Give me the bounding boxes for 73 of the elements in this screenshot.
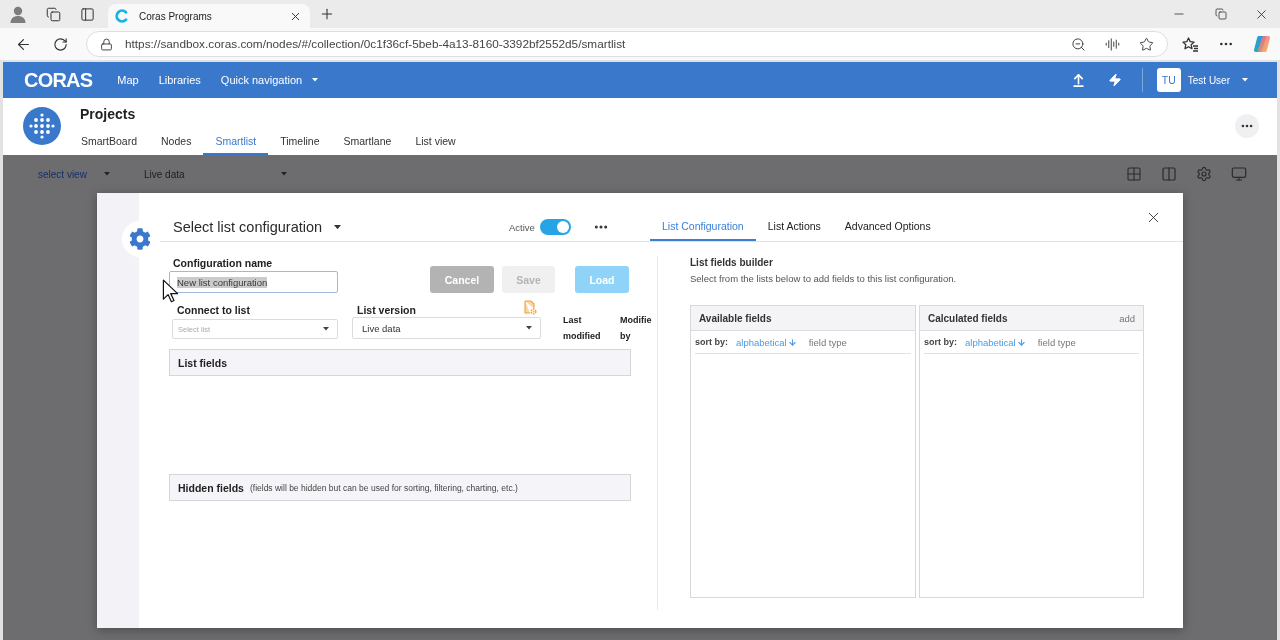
nav-link[interactable]: Quick navigation (220, 74, 319, 86)
section-title: Hidden fields (178, 481, 244, 494)
view-tab[interactable]: Smartlane (331, 129, 404, 155)
caret-icon (1242, 78, 1248, 82)
panel-title: Calculated fields (928, 312, 1008, 324)
field-label: Connect to list (177, 303, 250, 317)
section-note: (fields will be hidden but can be used for sorting, filtering, charting, etc.) (249, 482, 518, 493)
refresh-icon[interactable] (52, 36, 68, 52)
sort-option[interactable]: field type (808, 336, 847, 348)
dialog-tab[interactable]: List Actions (755, 213, 833, 241)
colorful-logo-icon[interactable] (1253, 35, 1271, 53)
user-avatar[interactable]: TU (1156, 68, 1181, 92)
column-header: Modifie by (620, 314, 653, 343)
sound-wave-icon[interactable] (1104, 36, 1120, 52)
caret-icon (334, 224, 342, 230)
active-label: Active (509, 221, 535, 233)
nav-link[interactable]: Libraries (158, 74, 201, 86)
builder-title: List fields builder (690, 256, 773, 270)
view-tab[interactable]: List view (403, 129, 468, 155)
plus-icon[interactable] (319, 6, 335, 22)
active-toggle[interactable] (539, 219, 571, 235)
grid-icon[interactable] (1125, 166, 1142, 182)
lightning-icon[interactable] (1107, 73, 1122, 87)
mouse-pointer-icon (162, 279, 179, 303)
favorites-icon[interactable] (1181, 36, 1199, 52)
sort-option[interactable]: alphabetical (736, 336, 797, 348)
version-select[interactable]: Live data (352, 317, 541, 339)
browser-tab[interactable]: Coras Programs (108, 4, 310, 28)
sort-label: sort by: (924, 337, 957, 347)
configuration-select[interactable]: Select list configuration (173, 219, 342, 235)
caret-icon (281, 172, 287, 176)
field-label: List version (357, 303, 416, 317)
caret-icon (323, 327, 329, 331)
lock-icon[interactable] (99, 37, 113, 51)
arrow-down-icon (787, 337, 797, 347)
caret-icon (312, 78, 319, 82)
caret-icon (526, 326, 532, 330)
name-input[interactable]: New list configuration (169, 271, 338, 293)
nav-link[interactable]: Map (117, 74, 139, 86)
zoom-out-icon[interactable] (1070, 36, 1086, 52)
panel-title: Available fields (699, 312, 772, 324)
dialog-tab[interactable]: List Configuration (650, 213, 756, 241)
monitor-icon[interactable] (1231, 166, 1247, 182)
logo[interactable]: CORAS (24, 68, 93, 92)
arc-logo-icon (115, 9, 129, 23)
dialog-tab[interactable]: Advanced Options (832, 213, 943, 241)
field-label: Configuration name (173, 256, 273, 270)
data-select[interactable]: Live data (144, 168, 287, 180)
dots-grid-icon[interactable] (23, 107, 61, 145)
split-view-icon[interactable] (1160, 166, 1177, 182)
sidebar-panel-icon[interactable] (79, 6, 95, 22)
builder-description: Select from the lists below to add fields to this list configuration. (690, 272, 957, 285)
settings-icon[interactable] (1195, 166, 1212, 182)
page-title: Projects (80, 106, 136, 123)
sort-option[interactable]: alphabetical (965, 336, 1026, 348)
view-select[interactable]: select view (38, 168, 110, 180)
upload-icon[interactable] (1071, 72, 1087, 88)
arrow-down-icon (1016, 337, 1026, 347)
add-link[interactable]: add (1119, 312, 1135, 324)
user-name[interactable]: Test User (1187, 74, 1230, 86)
view-tab[interactable]: Nodes (149, 129, 204, 155)
sort-option[interactable]: field type (1037, 336, 1076, 348)
address-bar[interactable]: https://sandbox.coras.com/nodes/#/collection/0c1f36cf-5beb-4a13-8160-3392bf2552d5/smartlist (86, 31, 1168, 57)
view-tab[interactable]: Timeline (268, 129, 332, 155)
column-header: Last modified (563, 314, 602, 343)
restore-icon[interactable] (1215, 8, 1227, 20)
stacked-squares-icon[interactable] (45, 6, 61, 22)
star-icon[interactable] (1138, 36, 1154, 52)
caret-icon (104, 172, 110, 176)
person-icon[interactable] (10, 5, 26, 23)
view-tab[interactable]: SmartBoard (69, 129, 150, 155)
sort-label: sort by: (695, 337, 728, 347)
section-title: List fields (178, 356, 227, 369)
